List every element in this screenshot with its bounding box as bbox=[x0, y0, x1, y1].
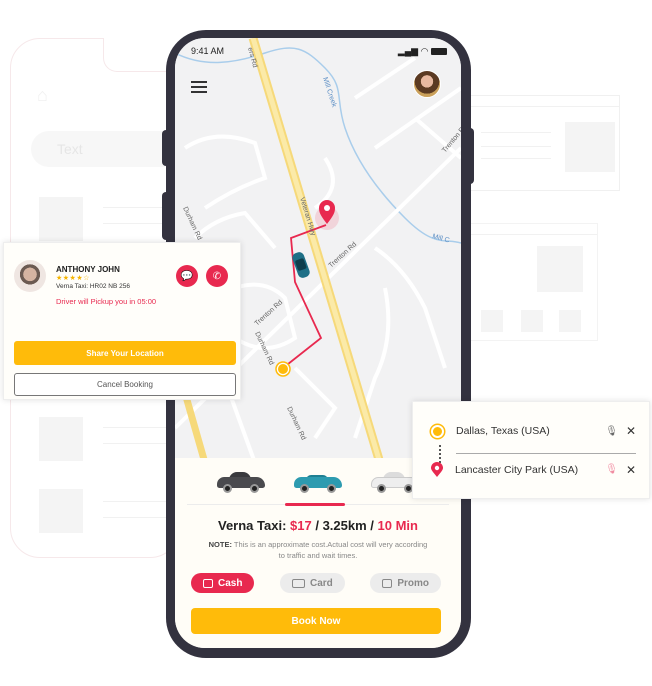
fare-note: NOTE: This is an approximate cost.Actual… bbox=[208, 540, 428, 560]
background-wireframe-right-bottom bbox=[470, 223, 598, 341]
driver-rating-stars: ★★★★☆ bbox=[56, 275, 90, 282]
fare-time: 10 Min bbox=[377, 518, 418, 533]
route-connector bbox=[439, 445, 441, 463]
phone-icon: ✆ bbox=[212, 270, 222, 282]
signal-icon: ▂▄▆ bbox=[397, 46, 419, 56]
wireframe-line bbox=[481, 146, 551, 147]
share-location-button[interactable]: Share Your Location bbox=[14, 341, 236, 365]
wireframe-line bbox=[481, 132, 551, 133]
wireframe-thumbnail bbox=[39, 197, 83, 241]
fare-summary: Verna Taxi: $17 / 3.25km / 10 Min bbox=[218, 518, 418, 533]
call-button[interactable]: ✆ bbox=[206, 265, 228, 287]
cancel-booking-button[interactable]: Cancel Booking bbox=[14, 373, 236, 396]
microphone-icon[interactable]: 🎙 bbox=[605, 426, 618, 437]
divider bbox=[456, 453, 636, 454]
wireframe-thumbnail bbox=[481, 310, 503, 332]
card-icon bbox=[291, 578, 305, 588]
wifi-icon: ◠ bbox=[420, 46, 429, 56]
driver-car-info: Verna Taxi: HR02 NB 256 bbox=[56, 283, 130, 290]
wireframe-thumbnail bbox=[39, 417, 83, 461]
origin-dot-icon bbox=[431, 424, 444, 438]
driver-name: ANTHONY JOHN bbox=[56, 265, 120, 274]
payment-options: Cash Card Promo bbox=[191, 573, 441, 593]
battery-icon bbox=[431, 48, 447, 56]
payment-cash-button[interactable]: Cash bbox=[191, 573, 255, 593]
wireframe-thumbnail bbox=[565, 122, 615, 172]
home-icon: ⌂ bbox=[37, 85, 48, 105]
book-now-button[interactable]: Book Now bbox=[191, 608, 441, 634]
fare-price: $17 bbox=[290, 518, 312, 533]
car-option-sports[interactable] bbox=[215, 469, 267, 493]
background-wireframe-right-top bbox=[470, 95, 620, 191]
wireframe-line bbox=[471, 106, 619, 107]
wireframe-thumbnail bbox=[521, 310, 543, 332]
close-icon[interactable]: ✕ bbox=[626, 463, 636, 477]
close-icon[interactable]: ✕ bbox=[626, 424, 636, 438]
car-option-convertible[interactable] bbox=[292, 469, 344, 493]
chat-button[interactable]: 💬 bbox=[176, 265, 198, 287]
wireframe-line bbox=[103, 501, 173, 502]
wireframe-thumbnail bbox=[537, 246, 583, 292]
driver-avatar bbox=[14, 260, 46, 292]
wireframe-line bbox=[481, 158, 551, 159]
user-avatar[interactable] bbox=[413, 70, 441, 98]
destination-row: Lancaster City Park (USA) 🎙 ✕ bbox=[431, 462, 636, 477]
microphone-icon[interactable]: 🎙 bbox=[605, 464, 618, 475]
pickup-eta: Driver will Pickup you in 05:00 bbox=[56, 297, 157, 306]
cash-icon bbox=[203, 578, 213, 588]
destination-input[interactable]: Lancaster City Park (USA) bbox=[455, 464, 605, 476]
payment-promo-button[interactable]: Promo bbox=[370, 573, 441, 593]
wireframe-line bbox=[103, 443, 173, 444]
origin-dot-icon bbox=[278, 364, 288, 374]
status-time: 9:41 AM bbox=[191, 46, 225, 56]
wireframe-line bbox=[103, 517, 173, 518]
origin-input[interactable]: Dallas, Texas (USA) bbox=[456, 425, 605, 437]
fare-distance: 3.25km bbox=[322, 518, 367, 533]
selected-car-indicator bbox=[285, 503, 345, 506]
status-bar: 9:41 AM ▂▄▆ ◠ bbox=[191, 46, 447, 57]
location-pin-icon bbox=[431, 462, 443, 477]
wireframe-thumbnail bbox=[39, 489, 83, 533]
gift-icon bbox=[382, 578, 393, 588]
driver-card: ANTHONY JOHN ★★★★☆ Verna Taxi: HR02 NB 2… bbox=[3, 242, 241, 400]
chat-icon: 💬 bbox=[180, 270, 194, 282]
payment-card-button[interactable]: Card bbox=[279, 573, 345, 593]
wireframe-thumbnail bbox=[559, 310, 581, 332]
origin-row: Dallas, Texas (USA) 🎙 ✕ bbox=[431, 424, 636, 438]
hamburger-icon[interactable] bbox=[191, 81, 207, 93]
wireframe-line bbox=[103, 427, 173, 428]
location-card: Dallas, Texas (USA) 🎙 ✕ Lancaster City P… bbox=[412, 401, 650, 499]
fare-label: Verna Taxi: bbox=[218, 518, 287, 533]
car-selector bbox=[215, 466, 421, 496]
wireframe-line bbox=[471, 234, 597, 235]
